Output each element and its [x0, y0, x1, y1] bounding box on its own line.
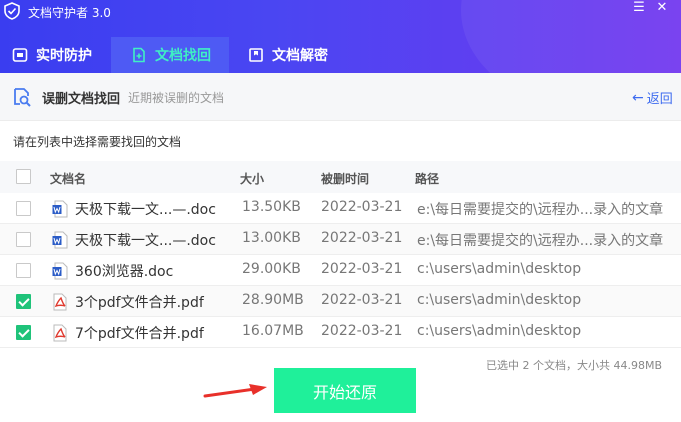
word-file-icon — [52, 200, 68, 218]
file-size: 29.00KB — [242, 261, 301, 277]
section-header: 误删文档找回 近期被误删的文档 ← 返回 — [0, 73, 681, 121]
column-path: 路径 — [415, 172, 440, 186]
file-path: e:\每日需要提交的\远程办...录入的文章 — [417, 202, 664, 218]
tab-realtime-protection[interactable]: 实时防护 — [0, 37, 110, 73]
table-row[interactable]: 天极下载一文...—.doc 13.50KB 2022-03-21 e:\每日需要提交… — [0, 193, 681, 224]
pdf-file-icon — [53, 293, 67, 311]
deleted-date: 2022-03-21 — [321, 323, 403, 339]
file-size: 13.50KB — [242, 199, 301, 215]
back-label: 返回 — [646, 92, 673, 107]
file-path: e:\每日需要提交的\远程办...录入的文章 — [417, 233, 664, 249]
column-name: 文档名 — [50, 172, 87, 186]
file-path: c:\users\admin\desktop — [417, 292, 582, 308]
file-name: 360浏览器.doc — [75, 264, 174, 280]
section-title: 误删文档找回 — [42, 92, 121, 107]
row-checkbox[interactable] — [16, 201, 31, 216]
row-checkbox[interactable] — [16, 294, 31, 309]
row-checkbox[interactable] — [16, 232, 31, 247]
file-size: 13.00KB — [242, 230, 301, 246]
select-all-checkbox[interactable] — [16, 169, 31, 184]
column-date: 被删时间 — [321, 172, 370, 186]
shield-icon — [12, 48, 28, 62]
file-name: 天极下载一文...—.doc — [75, 233, 216, 249]
deleted-date: 2022-03-21 — [321, 230, 403, 246]
tab-label: 文档解密 — [272, 48, 328, 64]
file-name: 7个pdf文件合并.pdf — [75, 326, 204, 342]
title-bar: 文档守护者 3.0 ☰ ✕ 实时防护 文档找回 文档解密 — [0, 0, 681, 73]
column-size: 大小 — [240, 172, 265, 186]
instruction-text: 请在列表中选择需要找回的文档 — [13, 135, 182, 149]
tab-document-decrypt[interactable]: 文档解密 — [236, 37, 356, 73]
deleted-date: 2022-03-21 — [321, 199, 403, 215]
word-file-icon — [52, 262, 68, 280]
table-header: 文档名 大小 被删时间 路径 — [0, 161, 681, 193]
file-size: 28.90MB — [242, 292, 304, 308]
deleted-date: 2022-03-21 — [321, 292, 403, 308]
deleted-date: 2022-03-21 — [321, 261, 403, 277]
file-name: 3个pdf文件合并.pdf — [75, 295, 204, 311]
selection-summary: 已选中 2 个文档，大小共 44.98MB — [486, 359, 663, 372]
tab-label: 文档找回 — [155, 48, 211, 64]
table-row[interactable]: 360浏览器.doc 29.00KB 2022-03-21 c:\users\admi… — [0, 255, 681, 286]
close-icon[interactable]: ✕ — [652, 0, 672, 18]
search-document-icon — [14, 88, 31, 107]
arrow-left-icon: ← — [632, 89, 644, 106]
file-size: 16.07MB — [242, 323, 304, 339]
word-file-icon — [52, 231, 68, 249]
table-row[interactable]: 7个pdf文件合并.pdf 16.07MB 2022-03-21 c:\users\a… — [0, 317, 681, 348]
table-row[interactable]: 3个pdf文件合并.pdf 28.90MB 2022-03-21 c:\users\a… — [0, 286, 681, 317]
arrow-pointer-icon — [203, 384, 267, 398]
pdf-file-icon — [53, 324, 67, 342]
row-checkbox[interactable] — [16, 263, 31, 278]
document-restore-icon — [133, 47, 145, 63]
tab-document-restore[interactable]: 文档找回 — [111, 37, 229, 73]
file-path: c:\users\admin\desktop — [417, 323, 582, 339]
file-name: 天极下载一文...—.doc — [75, 202, 216, 218]
file-path: c:\users\admin\desktop — [417, 261, 582, 277]
app-title: 文档守护者 3.0 — [28, 6, 111, 20]
section-description: 近期被误删的文档 — [128, 91, 225, 105]
app-logo-icon — [4, 2, 20, 20]
table-row[interactable]: 天极下载一文...—.doc 13.00KB 2022-03-21 e:\每日需要提交… — [0, 224, 681, 255]
document-lock-icon — [249, 48, 263, 62]
menu-icon[interactable]: ☰ — [629, 0, 649, 18]
row-checkbox[interactable] — [16, 325, 31, 340]
start-restore-button[interactable]: 开始还原 — [274, 368, 416, 413]
back-button[interactable]: ← 返回 — [632, 88, 673, 108]
tab-label: 实时防护 — [36, 48, 92, 64]
